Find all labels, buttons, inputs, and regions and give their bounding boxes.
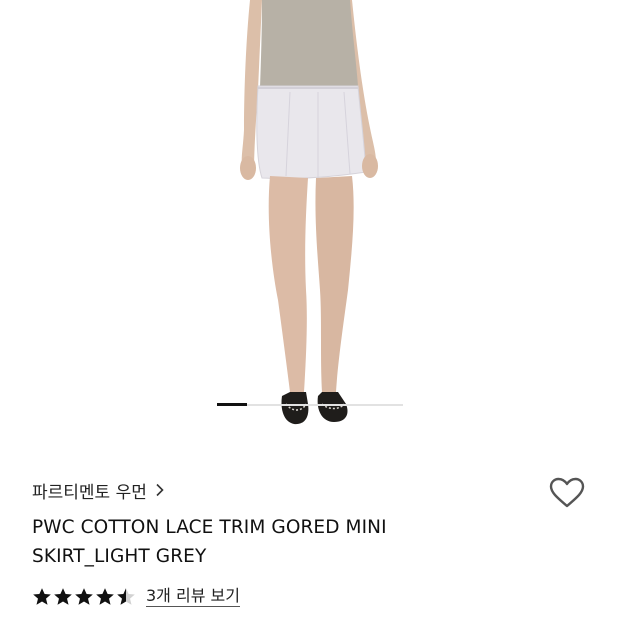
brand-name: 파르티멘토 우먼: [32, 482, 147, 503]
product-image-gallery[interactable]: [0, 0, 620, 440]
star-icon: [117, 588, 135, 605]
star-icon: [75, 588, 93, 605]
product-title: PWC COTTON LACE TRIM GORED MINI SKIRT_LI…: [32, 513, 452, 571]
chevron-right-icon: [155, 483, 165, 497]
star-rating: [32, 587, 136, 607]
brand-link[interactable]: 파르티멘토 우먼: [32, 478, 165, 503]
star-icon: [33, 588, 51, 605]
heart-outline-icon: [549, 477, 585, 508]
gallery-progress-fill: [217, 403, 247, 406]
star-icon: [54, 588, 72, 605]
rating-row: 3개 리뷰 보기: [32, 584, 240, 610]
product-title-line-1: PWC COTTON LACE TRIM GORED MINI: [32, 517, 387, 538]
product-title-line-2: SKIRT_LIGHT GREY: [32, 546, 207, 567]
gallery-progress-track: [217, 403, 403, 406]
wishlist-button[interactable]: [548, 474, 586, 512]
product-photo: [240, 0, 378, 425]
reviews-link[interactable]: 3개 리뷰 보기: [146, 587, 240, 607]
star-icon: [96, 588, 114, 605]
